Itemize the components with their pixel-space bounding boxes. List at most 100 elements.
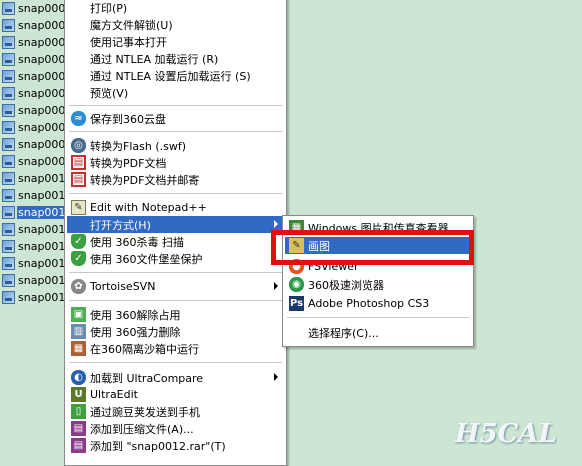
- file-item[interactable]: snap0003: [2, 51, 72, 67]
- menu-item-notepad[interactable]: 使用记事本打开: [67, 33, 284, 50]
- image-file-icon: [2, 222, 15, 236]
- menu-item-delete-360[interactable]: ▥ 使用 360强力删除: [67, 323, 284, 340]
- menu-separator: [69, 105, 282, 106]
- submenu-arrow-icon: [274, 282, 278, 290]
- image-file-icon: [2, 256, 15, 270]
- pdf-icon: ▤: [71, 172, 86, 187]
- file-item[interactable]: snap0001: [2, 17, 72, 33]
- notepad-icon: ✎: [71, 200, 86, 215]
- file-item[interactable]: snap0002: [2, 34, 72, 50]
- file-item[interactable]: snap0016: [2, 272, 72, 288]
- menu-item-print[interactable]: 打印(P): [67, 0, 284, 16]
- menu-item-unlock-360[interactable]: ▣ 使用 360解除占用: [67, 306, 284, 323]
- menu-separator: [69, 300, 282, 301]
- file-item[interactable]: snap0011: [2, 187, 72, 203]
- shield-icon: ✓: [71, 234, 86, 249]
- file-item[interactable]: snap0004: [2, 68, 72, 84]
- menu-item-edit-notepadpp[interactable]: ✎ Edit with Notepad++: [67, 199, 284, 216]
- file-item[interactable]: snap0007: [2, 119, 72, 135]
- browser-icon: ◉: [289, 277, 304, 292]
- highlight-callout: [271, 230, 474, 265]
- blank-icon: [71, 85, 86, 100]
- file-item[interactable]: snap0010: [2, 170, 72, 186]
- menu-item-add-archive[interactable]: ▤ 添加到压缩文件(A)...: [67, 420, 284, 437]
- menu-separator: [69, 131, 282, 132]
- image-file-icon: [2, 137, 15, 151]
- image-file-icon: [2, 205, 15, 219]
- menu-item-protect-360[interactable]: ✓ 使用 360文件堡垒保护: [67, 250, 284, 267]
- submenu-item-photoshop[interactable]: Ps Adobe Photoshop CS3: [285, 295, 471, 312]
- file-item[interactable]: snap0014: [2, 238, 72, 254]
- watermark-logo: H5CAL: [455, 419, 557, 449]
- menu-item-to-flash[interactable]: ◎ 转换为Flash (.swf): [67, 137, 284, 154]
- blank-icon: [71, 17, 86, 32]
- image-file-icon: [2, 273, 15, 287]
- submenu-arrow-icon: [274, 373, 278, 381]
- file-item[interactable]: snap0017: [2, 289, 72, 305]
- blank-icon: [71, 68, 86, 83]
- flash-icon: ◎: [71, 138, 86, 153]
- menu-item-sandbox-360[interactable]: ▦ 在360隔离沙箱中运行: [67, 340, 284, 357]
- image-file-icon: [2, 239, 15, 253]
- sandbox-icon: ▦: [71, 341, 86, 356]
- blank-icon: [71, 217, 86, 232]
- menu-item-scan-360[interactable]: ✓ 使用 360杀毒 扫描: [67, 233, 284, 250]
- image-file-icon: [2, 290, 15, 304]
- archive-icon: ▤: [71, 421, 86, 436]
- svn-icon: ✿: [71, 279, 86, 294]
- image-file-icon: [2, 188, 15, 202]
- image-file-icon: [2, 103, 15, 117]
- menu-item-tortoisesvn[interactable]: ✿ TortoiseSVN: [67, 278, 284, 295]
- file-item[interactable]: snap0005: [2, 85, 72, 101]
- menu-item-ntlea-settings[interactable]: 通过 NTLEA 设置后加载运行 (S): [67, 67, 284, 84]
- phone-icon: ▯: [71, 404, 86, 419]
- menu-item-send-phone[interactable]: ▯ 通过豌豆荚发送到手机: [67, 403, 284, 420]
- blank-icon: [71, 0, 86, 15]
- menu-separator: [69, 193, 282, 194]
- blank-icon: [71, 34, 86, 49]
- menu-item-ntlea-run[interactable]: 通过 NTLEA 加载运行 (R): [67, 50, 284, 67]
- trash-icon: ▥: [71, 324, 86, 339]
- ultracompare-icon: ◐: [71, 370, 86, 385]
- file-item[interactable]: snap0006: [2, 102, 72, 118]
- image-file-icon: [2, 52, 15, 66]
- file-item[interactable]: snap0015: [2, 255, 72, 271]
- file-item[interactable]: snap0008: [2, 136, 72, 152]
- submenu-item-choose-program[interactable]: 选择程序(C)...: [285, 324, 471, 341]
- unlock-360-icon: ▣: [71, 307, 86, 322]
- context-menu: 打印(P) 魔方文件解锁(U) 使用记事本打开 通过 NTLEA 加载运行 (R…: [64, 0, 287, 466]
- menu-separator: [69, 362, 282, 363]
- ps-icon: Ps: [289, 296, 304, 311]
- file-item[interactable]: snap0009: [2, 153, 72, 169]
- menu-item-ultraedit[interactable]: U UltraEdit: [67, 386, 284, 403]
- menu-item-add-rar[interactable]: ▤ 添加到 "snap0012.rar"(T): [67, 437, 284, 454]
- menu-item-save-cloud[interactable]: ≈ 保存到360云盘: [67, 110, 284, 127]
- menu-item-preview[interactable]: 预览(V): [67, 84, 284, 101]
- submenu-item-360-browser[interactable]: ◉ 360极速浏览器: [285, 276, 471, 293]
- pdf-icon: ▤: [71, 155, 86, 170]
- menu-separator: [69, 272, 282, 273]
- image-file-icon: [2, 120, 15, 134]
- ultraedit-icon: U: [71, 387, 86, 402]
- file-item[interactable]: snap0013: [2, 221, 72, 237]
- blank-icon: [71, 51, 86, 66]
- file-item[interactable]: snap0000: [2, 0, 72, 16]
- submenu-arrow-icon: [274, 220, 278, 228]
- image-file-icon: [2, 18, 15, 32]
- archive-icon: ▤: [71, 438, 86, 453]
- image-file-icon: [2, 86, 15, 100]
- menu-item-to-pdf[interactable]: ▤ 转换为PDF文档: [67, 154, 284, 171]
- menu-separator: [287, 317, 469, 318]
- cloud-icon: ≈: [71, 111, 86, 126]
- image-file-icon: [2, 171, 15, 185]
- menu-item-open-with[interactable]: 打开方式(H): [67, 216, 284, 233]
- image-file-icon: [2, 35, 15, 49]
- file-item[interactable]: snap0012: [2, 204, 74, 220]
- shield-icon: ✓: [71, 251, 86, 266]
- menu-item-to-pdf-mail[interactable]: ▤ 转换为PDF文档并邮寄: [67, 171, 284, 188]
- image-file-icon: [2, 69, 15, 83]
- blank-icon: [289, 325, 304, 340]
- menu-item-ultracompare[interactable]: ◐ 加载到 UltraCompare: [67, 369, 284, 386]
- image-file-icon: [2, 1, 15, 15]
- menu-item-unlock[interactable]: 魔方文件解锁(U): [67, 16, 284, 33]
